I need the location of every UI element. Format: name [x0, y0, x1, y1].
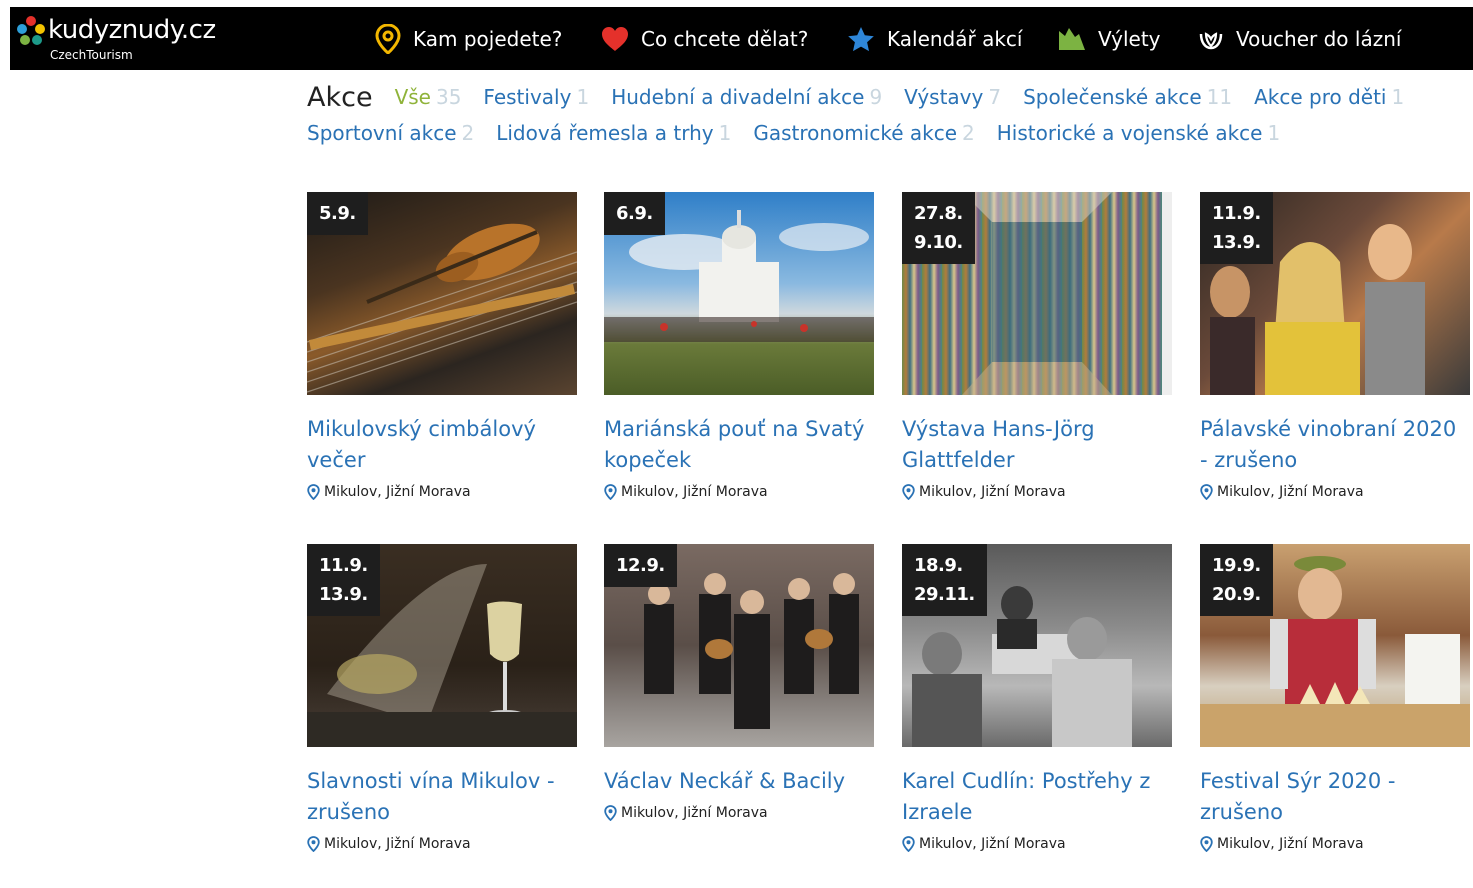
event-date: 5.9. [307, 192, 368, 235]
map-pin-icon [375, 24, 401, 54]
star-icon [848, 26, 874, 51]
spa-icon [1199, 32, 1223, 50]
logo-text: kudyznudy.cz [48, 15, 216, 45]
nav-kam-pojedete[interactable]: Kam pojedete? [375, 24, 562, 54]
heart-icon [602, 27, 628, 51]
event-date: 18.9. 29.11. [902, 544, 987, 616]
filter-sportovni-akce[interactable]: Sportovní akce 2 [307, 121, 474, 145]
event-location: Mikulov, Jižní Morava [902, 836, 1066, 852]
site-logo[interactable]: kudyznudy.cz CzechTourism [16, 11, 226, 63]
event-image[interactable]: 11.9. 13.9. [307, 544, 577, 747]
location-pin-icon [604, 484, 617, 500]
event-image[interactable]: 12.9. [604, 544, 874, 747]
event-date: 19.9. 20.9. [1200, 544, 1273, 616]
nav-label: Výlety [1098, 27, 1161, 51]
location-pin-icon [1200, 484, 1213, 500]
location-pin-icon [1200, 836, 1213, 852]
event-title[interactable]: Mariánská pouť na Svatý kopeček [604, 414, 874, 476]
event-title[interactable]: Slavnosti vína Mikulov - zrušeno [307, 766, 577, 828]
nav-vylety[interactable]: Výlety [1058, 24, 1161, 54]
event-date: 12.9. [604, 544, 677, 587]
filter-lidova-remesla-a-trhy[interactable]: Lidová řemesla a trhy 1 [496, 121, 731, 145]
event-location: Mikulov, Jižní Morava [604, 484, 768, 500]
nav-co-chcete-delat[interactable]: Co chcete dělat? [601, 24, 808, 54]
filter-row-2: Sportovní akce 2 Lidová řemesla a trhy 1 G… [307, 116, 1302, 150]
event-image[interactable]: 11.9. 13.9. [1200, 192, 1470, 395]
logo-flower-icon [17, 16, 45, 45]
location-pin-icon [604, 805, 617, 821]
event-image[interactable]: 27.8. 9.10. [902, 192, 1172, 395]
event-image[interactable]: 5.9. [307, 192, 577, 395]
nav-label: Kalendář akcí [887, 27, 1023, 51]
filter-vystavy[interactable]: Výstavy 7 [904, 85, 1001, 109]
nav-label: Kam pojedete? [413, 27, 563, 51]
event-location: Mikulov, Jižní Morava [1200, 484, 1364, 500]
event-location: Mikulov, Jižní Morava [902, 484, 1066, 500]
event-image[interactable]: 6.9. [604, 192, 874, 395]
nav-label: Voucher do lázní [1236, 27, 1402, 51]
event-title[interactable]: Václav Neckář & Bacily [604, 766, 874, 797]
filter-festivaly[interactable]: Festivaly 1 [483, 85, 589, 109]
event-date: 11.9. 13.9. [1200, 192, 1273, 264]
mountain-icon [1059, 28, 1085, 50]
event-location: Mikulov, Jižní Morava [604, 805, 768, 821]
nav-label: Co chcete dělat? [641, 27, 809, 51]
event-title[interactable]: Výstava Hans-Jörg Glattfelder [902, 414, 1172, 476]
top-navigation-bar: kudyznudy.cz CzechTourism Kam pojedete? … [10, 7, 1473, 70]
filter-spolecenske-akce[interactable]: Společenské akce 11 [1023, 85, 1232, 109]
filter-vse[interactable]: Vše 35 [395, 85, 462, 109]
event-location: Mikulov, Jižní Morava [307, 836, 471, 852]
filter-gastronomicke-akce[interactable]: Gastronomické akce 2 [753, 121, 974, 145]
event-date: 11.9. 13.9. [307, 544, 380, 616]
event-title[interactable]: Karel Cudlín: Postřehy z Izraele [902, 766, 1172, 828]
filter-row-1: Akce Vše 35 Festivaly 1 Hudební a divadeln… [307, 80, 1426, 114]
location-pin-icon [307, 836, 320, 852]
section-title: Akce [307, 81, 373, 113]
nav-kalendar-akci[interactable]: Kalendář akcí [847, 24, 1022, 54]
event-location: Mikulov, Jižní Morava [1200, 836, 1364, 852]
event-location: Mikulov, Jižní Morava [307, 484, 471, 500]
logo-subtitle: CzechTourism [50, 48, 133, 62]
location-pin-icon [307, 484, 320, 500]
event-image[interactable]: 19.9. 20.9. [1200, 544, 1470, 747]
event-title[interactable]: Mikulovský cimbálový večer [307, 414, 577, 476]
nav-voucher-do-lazni[interactable]: Voucher do lázní [1198, 24, 1401, 54]
location-pin-icon [902, 836, 915, 852]
filter-historicke-a-vojenske-akce[interactable]: Historické a vojenské akce 1 [997, 121, 1280, 145]
event-date: 27.8. 9.10. [902, 192, 975, 264]
filter-hudebni-a-divadelni-akce[interactable]: Hudební a divadelní akce 9 [611, 85, 882, 109]
event-title[interactable]: Festival Sýr 2020 - zrušeno [1200, 766, 1470, 828]
event-image[interactable]: 18.9. 29.11. [902, 544, 1172, 747]
location-pin-icon [902, 484, 915, 500]
filter-akce-pro-deti[interactable]: Akce pro děti 1 [1254, 85, 1404, 109]
event-title[interactable]: Pálavské vinobraní 2020 - zrušeno [1200, 414, 1470, 476]
event-date: 6.9. [604, 192, 665, 235]
